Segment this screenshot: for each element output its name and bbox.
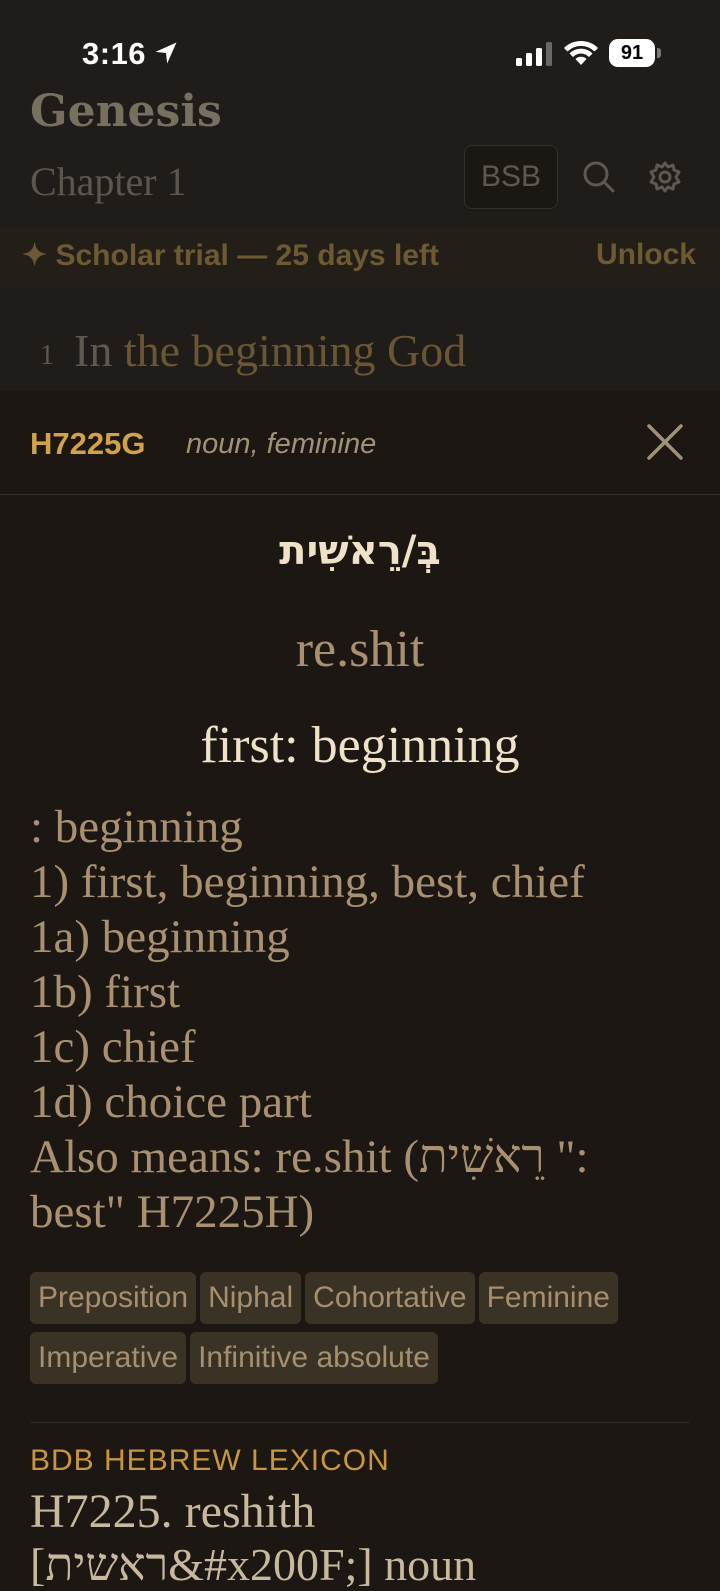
cellular-signal-icon bbox=[516, 42, 552, 66]
morphology-tags: Preposition Niphal Cohortative Feminine Impe… bbox=[30, 1272, 700, 1392]
definition-line: : beginning bbox=[30, 801, 243, 853]
lexicon-entry: [ראשית&#x200F;] noun bbox=[30, 1539, 477, 1590]
verse-text[interactable]: In the beginning God bbox=[74, 324, 466, 377]
definition-line: 1) first, beginning, best, chief bbox=[30, 856, 585, 908]
battery-icon: 91 bbox=[609, 39, 655, 67]
also-means: Also means: re.shit (רֵאשִׁית ": best" H… bbox=[30, 1131, 589, 1238]
word-detail-sheet: H7225G noun, feminine בְּ/רֵאשִׁית re.sh… bbox=[0, 390, 720, 1590]
reader-header: Genesis Chapter 1 BSB bbox=[0, 86, 720, 226]
wifi-icon bbox=[564, 40, 598, 65]
unlock-button[interactable]: Unlock bbox=[596, 238, 696, 272]
tag-chip[interactable]: Niphal bbox=[200, 1272, 302, 1324]
tag-chip[interactable]: Infinitive absolute bbox=[190, 1332, 438, 1384]
tag-chip[interactable]: Preposition bbox=[30, 1272, 197, 1324]
strongs-number: H7225G bbox=[30, 426, 146, 461]
tag-chip[interactable]: Imperative bbox=[30, 1332, 187, 1384]
location-arrow-icon bbox=[155, 42, 177, 64]
gear-icon[interactable] bbox=[648, 160, 682, 194]
battery-nub bbox=[657, 48, 661, 58]
trial-banner: ✦ Scholar trial — 25 days left Unlock bbox=[0, 226, 720, 288]
verse-area: 1 In the beginning God created the heave… bbox=[0, 288, 720, 398]
status-time: 3:16 bbox=[82, 36, 147, 71]
book-title[interactable]: Genesis bbox=[30, 86, 222, 137]
verse-highlight[interactable]: the beginning God bbox=[124, 325, 466, 376]
verse-text-plain: In bbox=[74, 325, 124, 376]
gloss: first: beginning bbox=[200, 717, 520, 774]
trial-text: ✦ Scholar trial — 25 days left bbox=[22, 239, 439, 272]
search-icon[interactable] bbox=[582, 160, 616, 194]
sheet-header: H7225G noun, feminine bbox=[0, 390, 720, 495]
divider bbox=[30, 1422, 690, 1423]
translation-button[interactable]: BSB bbox=[464, 145, 558, 209]
definition-line: 1b) first bbox=[30, 966, 181, 1018]
lexicon-heading: H7225. reshith bbox=[30, 1485, 316, 1538]
status-bar: 3:16 91 bbox=[0, 0, 720, 100]
chapter-title[interactable]: Chapter 1 bbox=[30, 158, 187, 205]
lexicon-title: BDB HEBREW LEXICON bbox=[30, 1444, 390, 1477]
tag-chip[interactable]: Feminine bbox=[478, 1272, 618, 1324]
definition-line: 1d) choice part bbox=[30, 1076, 312, 1128]
definition-line: 1a) beginning bbox=[30, 911, 290, 963]
tag-chip[interactable]: Cohortative bbox=[305, 1272, 475, 1324]
part-of-speech: noun, feminine bbox=[186, 428, 377, 460]
definition-list: : beginning 1) first, beginning, best, c… bbox=[30, 800, 690, 1240]
close-icon[interactable] bbox=[646, 423, 684, 461]
verse-number: 1 bbox=[40, 340, 54, 371]
transliteration: re.shit bbox=[295, 621, 425, 678]
definition-line: 1c) chief bbox=[30, 1021, 196, 1073]
hebrew-word: בְּ/רֵאשִׁית bbox=[279, 528, 441, 574]
